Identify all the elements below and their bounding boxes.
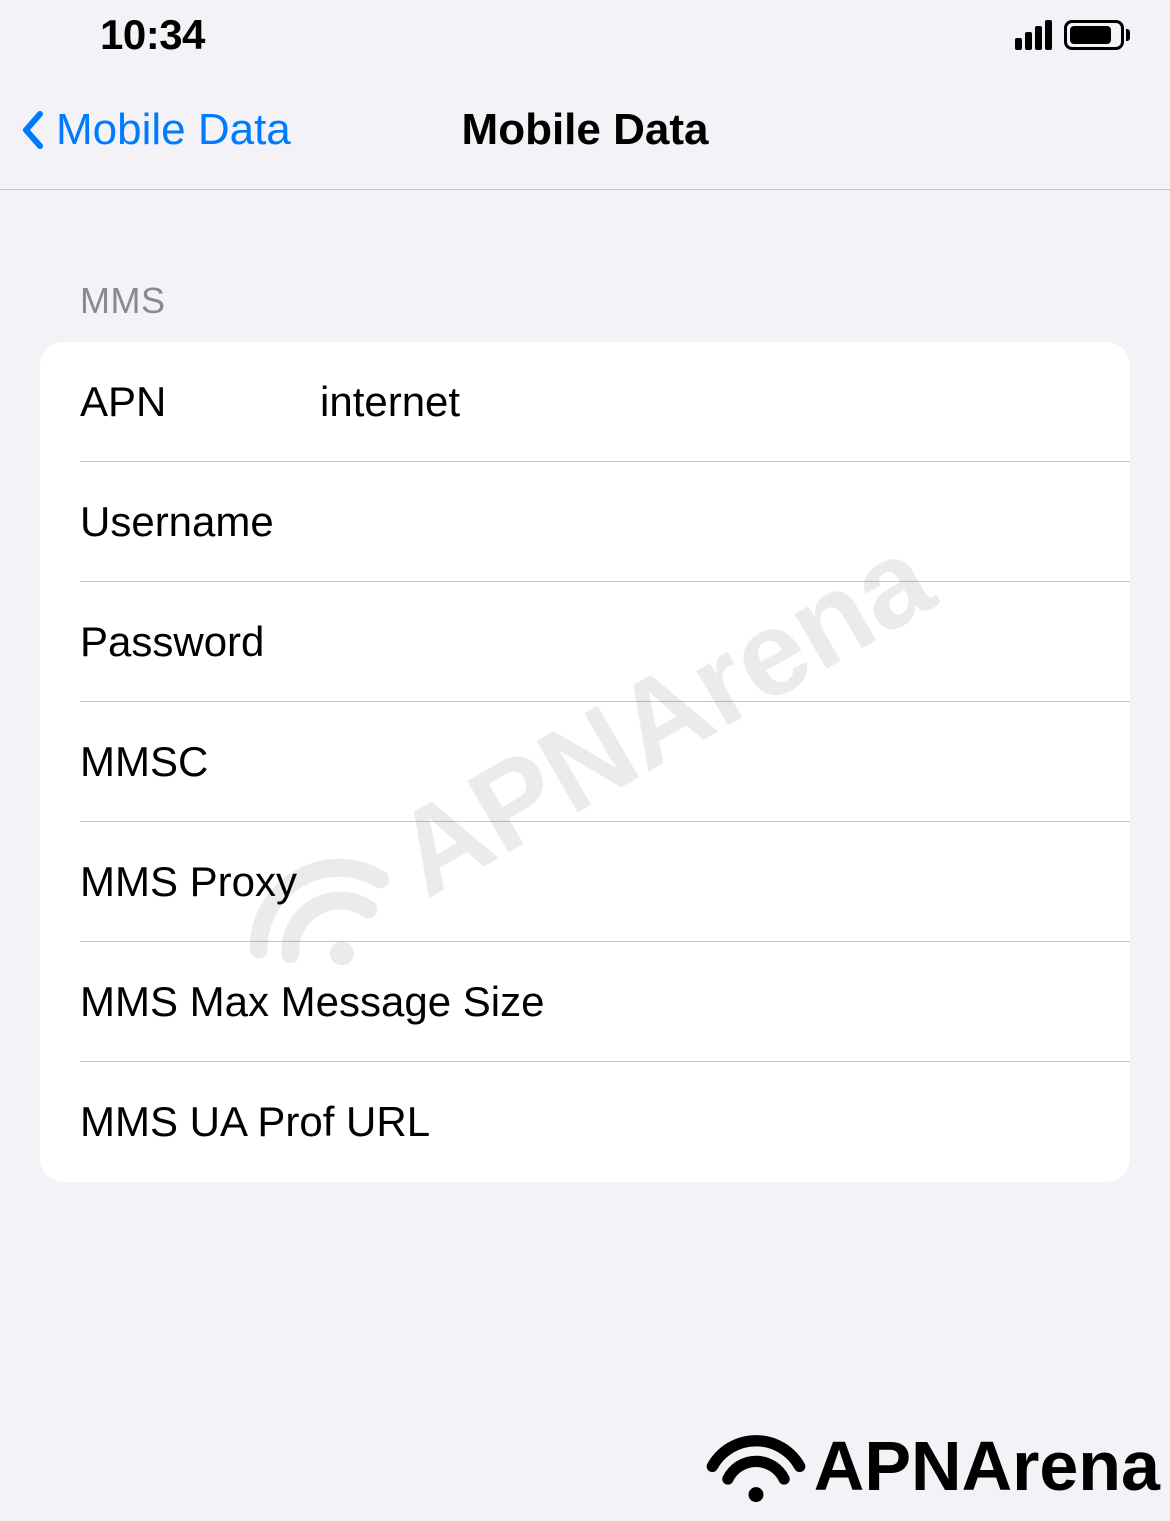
mmsc-row[interactable]: MMSC [40,702,1130,822]
status-right-icons [1015,20,1130,50]
apn-row[interactable]: APN [40,342,1130,462]
mms-max-size-row[interactable]: MMS Max Message Size [40,942,1130,1062]
mms-proxy-input[interactable] [297,858,1090,906]
username-input[interactable] [320,498,1090,546]
password-input[interactable] [320,618,1090,666]
branding-text: APNArena [814,1426,1160,1506]
apn-label: APN [80,378,320,426]
username-label: Username [80,498,320,546]
cellular-signal-icon [1015,20,1052,50]
mms-proxy-label: MMS Proxy [80,858,297,906]
settings-card: APN Username Password MMSC MMS Proxy MMS… [40,342,1130,1182]
username-row[interactable]: Username [40,462,1130,582]
status-bar: 10:34 [0,0,1170,70]
back-button[interactable]: Mobile Data [20,105,291,155]
mmsc-input[interactable] [320,738,1090,786]
password-row[interactable]: Password [40,582,1130,702]
status-time: 10:34 [100,11,205,59]
mms-max-size-input[interactable] [544,978,1090,1026]
content-area: MMS APN Username Password MMSC MMS Proxy… [0,190,1170,1182]
mms-ua-prof-label: MMS UA Prof URL [80,1098,430,1146]
apn-input[interactable] [320,378,1090,426]
branding-logo: APNArena [706,1426,1160,1506]
battery-icon [1064,20,1130,50]
chevron-left-icon [20,110,44,150]
navigation-bar: Mobile Data Mobile Data [0,70,1170,190]
mms-ua-prof-row[interactable]: MMS UA Prof URL [40,1062,1130,1182]
back-button-label: Mobile Data [56,105,291,155]
page-title: Mobile Data [462,105,709,155]
password-label: Password [80,618,320,666]
wifi-icon [706,1429,806,1504]
mms-max-size-label: MMS Max Message Size [80,978,544,1026]
mms-proxy-row[interactable]: MMS Proxy [40,822,1130,942]
mmsc-label: MMSC [80,738,320,786]
section-header-mms: MMS [80,280,1130,322]
mms-ua-prof-input[interactable] [430,1098,1090,1146]
